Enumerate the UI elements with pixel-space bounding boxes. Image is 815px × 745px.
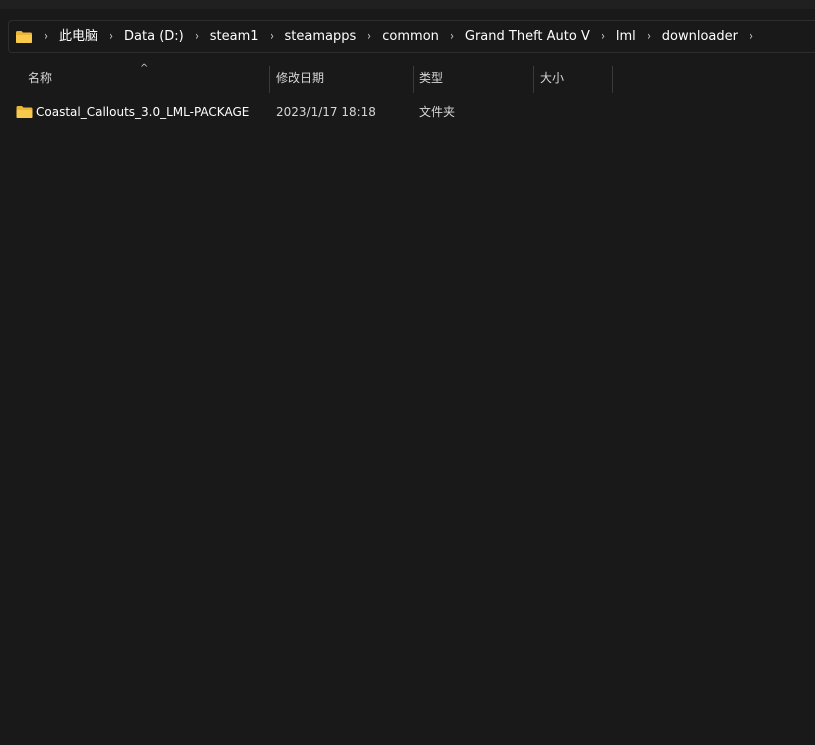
breadcrumb-item-steam1[interactable]: steam1 [210, 20, 259, 53]
column-header-modified[interactable]: 修改日期 [276, 62, 324, 95]
chevron-right-icon[interactable]: › [441, 20, 462, 53]
chevron-right-icon[interactable]: › [261, 20, 282, 53]
column-header-row: ^ 名称 修改日期 类型 大小 [0, 62, 815, 95]
chevron-right-icon[interactable]: › [638, 20, 659, 53]
folder-icon [16, 105, 33, 119]
sort-ascending-icon: ^ [140, 63, 149, 74]
column-divider[interactable] [413, 66, 414, 93]
column-divider[interactable] [612, 66, 613, 93]
column-divider[interactable] [533, 66, 534, 93]
breadcrumb-item-steamapps[interactable]: steamapps [285, 20, 357, 53]
chevron-right-icon[interactable]: › [186, 20, 207, 53]
chevron-right-icon[interactable]: › [741, 20, 762, 53]
file-name[interactable]: Coastal_Callouts_3.0_LML-PACKAGE [36, 100, 249, 124]
file-type: 文件夹 [419, 105, 456, 119]
breadcrumb-item-downloader[interactable]: downloader [662, 20, 738, 53]
folder-icon[interactable] [15, 30, 33, 44]
breadcrumb-item-this-pc[interactable]: 此电脑 [59, 20, 98, 53]
column-header-size[interactable]: 大小 [540, 62, 564, 95]
file-row[interactable]: Coastal_Callouts_3.0_LML-PACKAGE 2023/1/… [0, 100, 815, 124]
breadcrumb-item-common[interactable]: common [382, 20, 439, 53]
column-header-type[interactable]: 类型 [419, 62, 443, 95]
chevron-right-icon[interactable]: › [359, 20, 380, 53]
chevron-right-icon[interactable]: › [36, 20, 57, 53]
breadcrumb-item-lml[interactable]: lml [616, 20, 636, 53]
breadcrumb-item-gta-v[interactable]: Grand Theft Auto V [465, 20, 590, 53]
chevron-right-icon[interactable]: › [101, 20, 122, 53]
breadcrumb: › 此电脑 › Data (D:) › steam1 › steamapps ›… [9, 21, 764, 52]
address-bar[interactable]: › 此电脑 › Data (D:) › steam1 › steamapps ›… [8, 20, 815, 53]
column-header-name[interactable]: 名称 [28, 62, 52, 95]
title-bar-strip [0, 0, 815, 9]
breadcrumb-item-data-drive[interactable]: Data (D:) [124, 20, 184, 53]
column-divider[interactable] [269, 66, 270, 93]
file-modified-date: 2023/1/17 18:18 [276, 105, 376, 119]
chevron-right-icon[interactable]: › [592, 20, 613, 53]
